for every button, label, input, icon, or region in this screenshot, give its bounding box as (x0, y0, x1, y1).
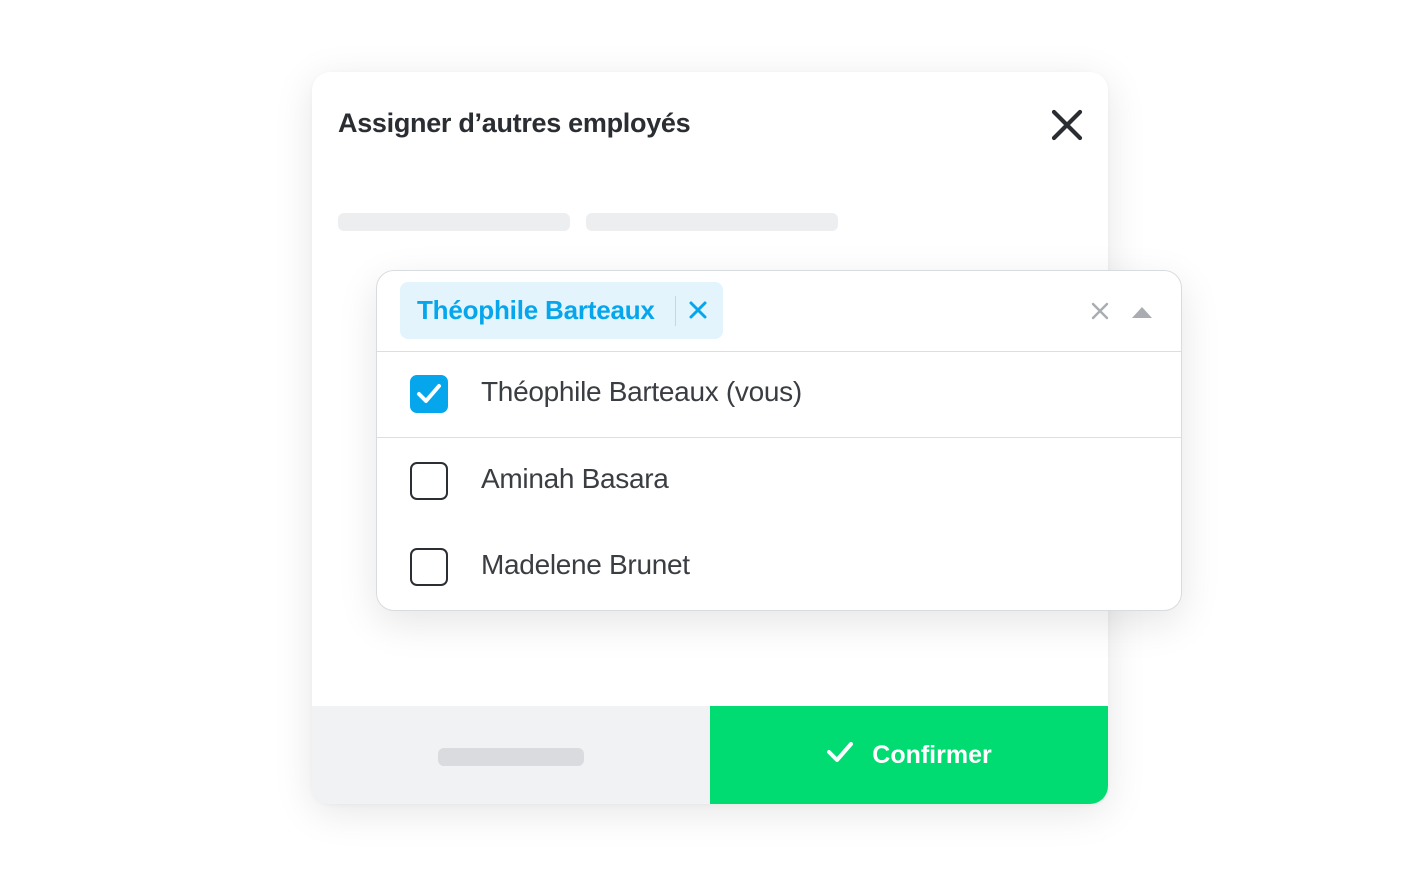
chip-label: Théophile Barteaux (417, 295, 655, 325)
placeholder-bar (338, 213, 570, 231)
checkbox[interactable] (410, 462, 448, 500)
modal-footer: Confirmer (312, 706, 1108, 804)
modal-title: Assigner d’autres employés (338, 108, 691, 138)
option-label: Madelene Brunet (481, 549, 690, 580)
chip-remove-icon[interactable] (688, 300, 708, 320)
stage: Assigner d’autres employés Confirmer Thé… (0, 0, 1419, 876)
button-placeholder (438, 748, 584, 766)
multiselect-control[interactable]: Théophile Barteaux (377, 271, 1181, 352)
checkbox[interactable] (410, 548, 448, 586)
option-item[interactable]: Madelene Brunet (377, 525, 1181, 610)
check-icon (826, 741, 854, 770)
cancel-button[interactable] (312, 706, 710, 804)
confirm-button-label: Confirmer (872, 740, 992, 769)
option-label: Aminah Basara (481, 463, 669, 494)
checkbox-checked[interactable] (410, 375, 448, 413)
option-item[interactable]: Théophile Barteaux (vous) (377, 352, 1181, 438)
caret-up-icon[interactable] (1131, 305, 1153, 318)
employee-multiselect: Théophile Barteaux Théophile Barteaux (v… (376, 270, 1182, 611)
selected-chip: Théophile Barteaux (400, 282, 723, 339)
confirm-button[interactable]: Confirmer (710, 706, 1108, 804)
close-icon[interactable] (1050, 108, 1084, 142)
clear-icon[interactable] (1091, 302, 1109, 320)
placeholder-bar (586, 213, 838, 231)
option-label: Théophile Barteaux (vous) (481, 376, 802, 407)
chip-divider (675, 296, 676, 326)
option-item[interactable]: Aminah Basara (377, 439, 1181, 525)
